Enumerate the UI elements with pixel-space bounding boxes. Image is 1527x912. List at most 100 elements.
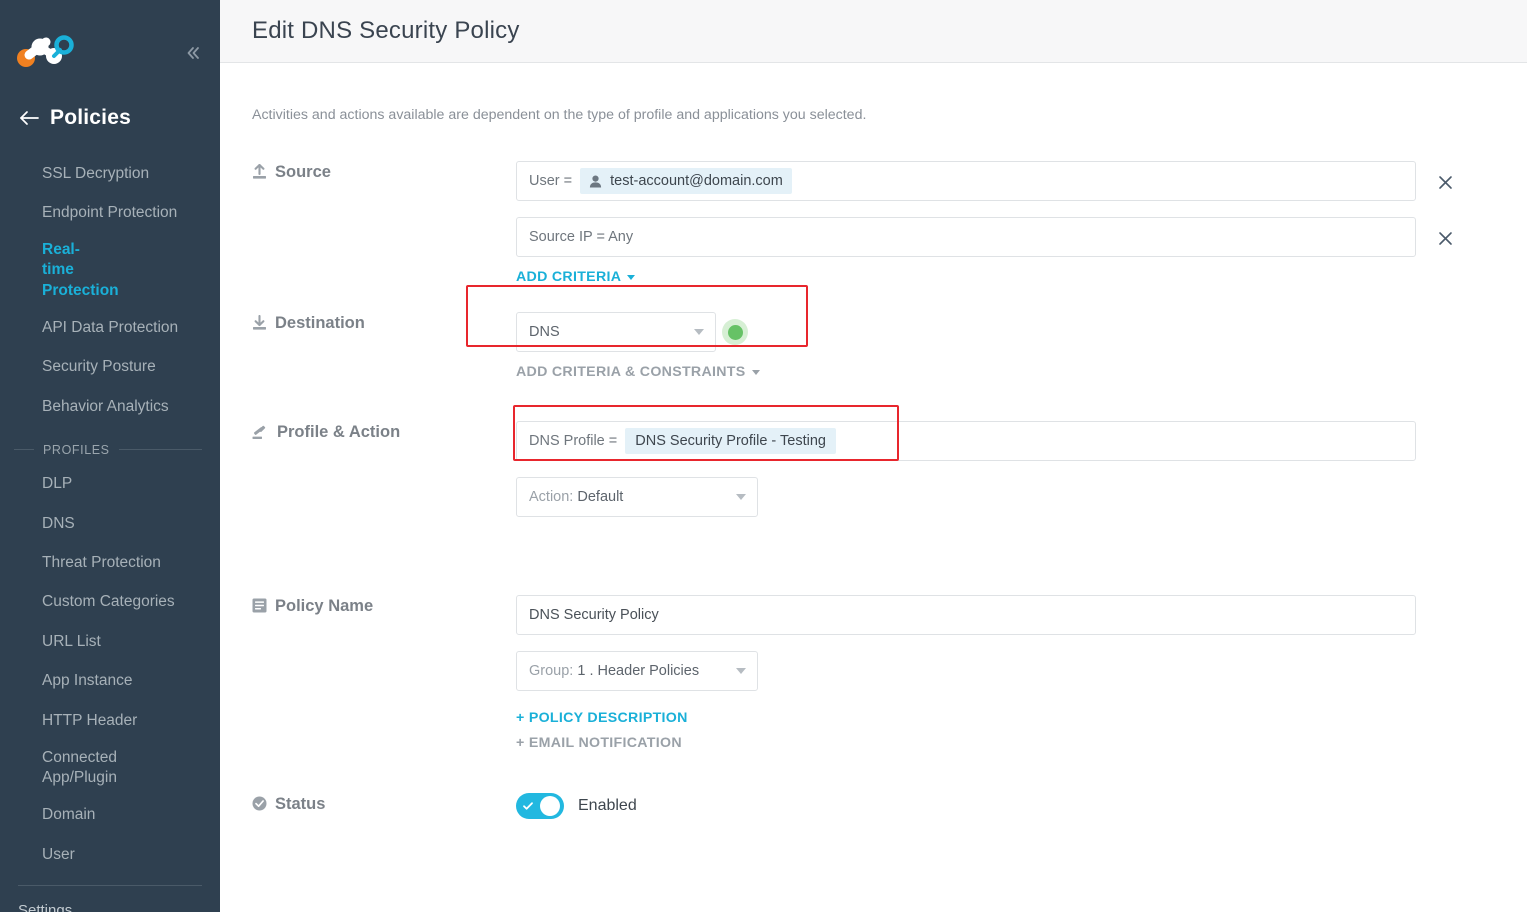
dns-profile-chip[interactable]: DNS Security Profile - Testing bbox=[625, 428, 836, 454]
action-select-text: Action: Default bbox=[529, 489, 623, 505]
source-criterion-ip[interactable]: Source IP = Any bbox=[516, 217, 1452, 257]
sidebar-item-custom-categories[interactable]: Custom Categories bbox=[0, 583, 220, 622]
profile-action-label-group: Profile & Action bbox=[252, 421, 516, 442]
download-icon bbox=[252, 314, 267, 331]
policy-description-link[interactable]: + POLICY DESCRIPTION bbox=[516, 710, 1527, 726]
person-icon bbox=[589, 175, 602, 188]
source-label-group: Source bbox=[252, 161, 516, 182]
policy-name-row: Policy Name Group: 1 . Header Policies +… bbox=[252, 595, 1527, 751]
sidebar-item-user[interactable]: User bbox=[0, 835, 220, 874]
sidebar-back-to-policies[interactable]: Policies bbox=[0, 96, 220, 140]
sidebar-item-endpoint-protection[interactable]: Endpoint Protection bbox=[0, 193, 220, 232]
profile-action-row: Profile & Action DNS Profile = DNS Secur… bbox=[252, 405, 1527, 517]
policy-form: Source User = test-account@domain.com So… bbox=[220, 161, 1527, 819]
group-select[interactable]: Group: 1 . Header Policies bbox=[516, 651, 758, 691]
sidebar-item-threat-protection[interactable]: Threat Protection bbox=[0, 544, 220, 583]
sidebar: Policies SSL Decryption Endpoint Protect… bbox=[0, 0, 220, 912]
destination-select-wrap: DNS bbox=[516, 312, 1527, 352]
profile-action-label: Profile & Action bbox=[277, 423, 401, 441]
status-toggle-label: Enabled bbox=[578, 797, 637, 814]
destination-label: Destination bbox=[275, 314, 365, 332]
page-header: Edit DNS Security Policy bbox=[220, 0, 1527, 63]
source-criterion-user[interactable]: User = test-account@domain.com bbox=[516, 161, 1452, 201]
sidebar-title: Policies bbox=[50, 106, 131, 129]
action-select-prefix: Action: bbox=[529, 489, 574, 505]
dns-profile-field[interactable]: DNS Profile = DNS Security Profile - Tes… bbox=[516, 421, 1416, 461]
status-toggle[interactable] bbox=[516, 793, 564, 819]
group-select-value: 1 . Header Policies bbox=[577, 663, 700, 679]
section-label-profiles: PROFILES bbox=[43, 442, 110, 457]
sidebar-item-app-instance[interactable]: App Instance bbox=[0, 662, 220, 701]
add-criteria-source-button[interactable]: ADD CRITERIA bbox=[516, 269, 636, 285]
source-row: Source User = test-account@domain.com So… bbox=[252, 161, 1527, 286]
action-select[interactable]: Action: Default bbox=[516, 477, 758, 517]
policy-name-fields: Group: 1 . Header Policies + POLICY DESC… bbox=[516, 595, 1527, 751]
remove-source-criterion-user-button[interactable] bbox=[1435, 172, 1455, 192]
sidebar-item-api-data-protection[interactable]: API Data Protection bbox=[0, 308, 220, 347]
source-user-chip[interactable]: test-account@domain.com bbox=[580, 168, 792, 194]
chevron-down-icon bbox=[751, 369, 760, 375]
upload-icon bbox=[252, 163, 267, 180]
add-criteria-source-label: ADD CRITERIA bbox=[516, 269, 622, 285]
sidebar-section-profiles: PROFILES bbox=[14, 443, 202, 457]
page-title: Edit DNS Security Policy bbox=[252, 17, 520, 44]
destination-fields: DNS ADD CRITERIA & CONSTRAINTS bbox=[516, 312, 1527, 381]
source-fields: User = test-account@domain.com Source IP… bbox=[516, 161, 1527, 286]
status-fields: Enabled bbox=[516, 793, 1527, 819]
sidebar-item-domain[interactable]: Domain bbox=[0, 796, 220, 835]
destination-label-group: Destination bbox=[252, 312, 516, 333]
email-notification-link[interactable]: + EMAIL NOTIFICATION bbox=[516, 735, 1527, 751]
document-icon bbox=[252, 597, 267, 613]
chevron-down-icon bbox=[736, 668, 746, 674]
toggle-knob bbox=[540, 796, 560, 816]
policy-extra-links: + POLICY DESCRIPTION + EMAIL NOTIFICATIO… bbox=[516, 710, 1527, 751]
remove-source-criterion-ip-button[interactable] bbox=[1435, 228, 1455, 248]
status-row: Status Enabled bbox=[252, 793, 1527, 819]
chevron-down-icon bbox=[627, 274, 636, 280]
policy-name-label-group: Policy Name bbox=[252, 595, 516, 616]
destination-row: Destination DNS ADD CRITERIA & CONSTRAIN… bbox=[252, 285, 1527, 381]
sidebar-top bbox=[0, 0, 220, 96]
main-content: Edit DNS Security Policy Activities and … bbox=[220, 0, 1527, 912]
source-criterion-user-key: User = bbox=[529, 173, 573, 189]
destination-status-indicator bbox=[722, 319, 748, 345]
status-toggle-wrap: Enabled bbox=[516, 793, 1527, 819]
section-divider-left bbox=[14, 449, 34, 451]
destination-select[interactable]: DNS bbox=[516, 312, 716, 352]
arrow-left-icon bbox=[18, 110, 40, 126]
sidebar-item-dlp[interactable]: DLP bbox=[0, 465, 220, 504]
source-criterion-ip-key: Source IP = Any bbox=[529, 229, 634, 245]
sidebar-item-ssl-decryption[interactable]: SSL Decryption bbox=[0, 154, 220, 193]
add-criteria-constraints-label: ADD CRITERIA & CONSTRAINTS bbox=[516, 364, 746, 380]
app-root: Policies SSL Decryption Endpoint Protect… bbox=[0, 0, 1527, 912]
sidebar-item-settings[interactable]: Settings bbox=[0, 886, 220, 912]
chevron-down-icon bbox=[694, 329, 704, 335]
chevron-down-icon bbox=[736, 494, 746, 500]
check-icon bbox=[522, 800, 534, 812]
sidebar-collapse-button[interactable] bbox=[180, 40, 206, 66]
sidebar-item-real-time-protection[interactable]: Real-time Protection bbox=[0, 233, 120, 308]
check-circle-icon bbox=[252, 795, 267, 811]
source-user-chip-label: test-account@domain.com bbox=[610, 173, 783, 189]
section-divider-right bbox=[118, 449, 202, 451]
intro-text: Activities and actions available are dep… bbox=[252, 107, 867, 123]
action-select-value: Default bbox=[577, 489, 624, 505]
sidebar-item-http-header[interactable]: HTTP Header bbox=[0, 701, 220, 740]
dns-profile-key: DNS Profile = bbox=[529, 433, 618, 449]
group-select-text: Group: 1 . Header Policies bbox=[529, 663, 699, 679]
group-select-prefix: Group: bbox=[529, 663, 574, 679]
sidebar-item-security-posture[interactable]: Security Posture bbox=[0, 348, 220, 387]
status-label-group: Status bbox=[252, 793, 516, 814]
sidebar-item-behavior-analytics[interactable]: Behavior Analytics bbox=[0, 387, 220, 426]
policy-name-label: Policy Name bbox=[275, 597, 374, 615]
source-label: Source bbox=[275, 163, 331, 181]
status-label: Status bbox=[275, 795, 326, 813]
netskope-logo-icon bbox=[16, 30, 78, 70]
add-criteria-constraints-button[interactable]: ADD CRITERIA & CONSTRAINTS bbox=[516, 364, 760, 380]
sidebar-item-connected-app-plugin[interactable]: Connected App/Plugin bbox=[0, 741, 125, 796]
policy-name-input[interactable] bbox=[516, 595, 1416, 635]
green-status-dot-icon bbox=[727, 324, 743, 340]
sidebar-item-url-list[interactable]: URL List bbox=[0, 622, 220, 661]
profile-action-fields: DNS Profile = DNS Security Profile - Tes… bbox=[516, 421, 1527, 517]
sidebar-item-dns[interactable]: DNS bbox=[0, 504, 220, 543]
